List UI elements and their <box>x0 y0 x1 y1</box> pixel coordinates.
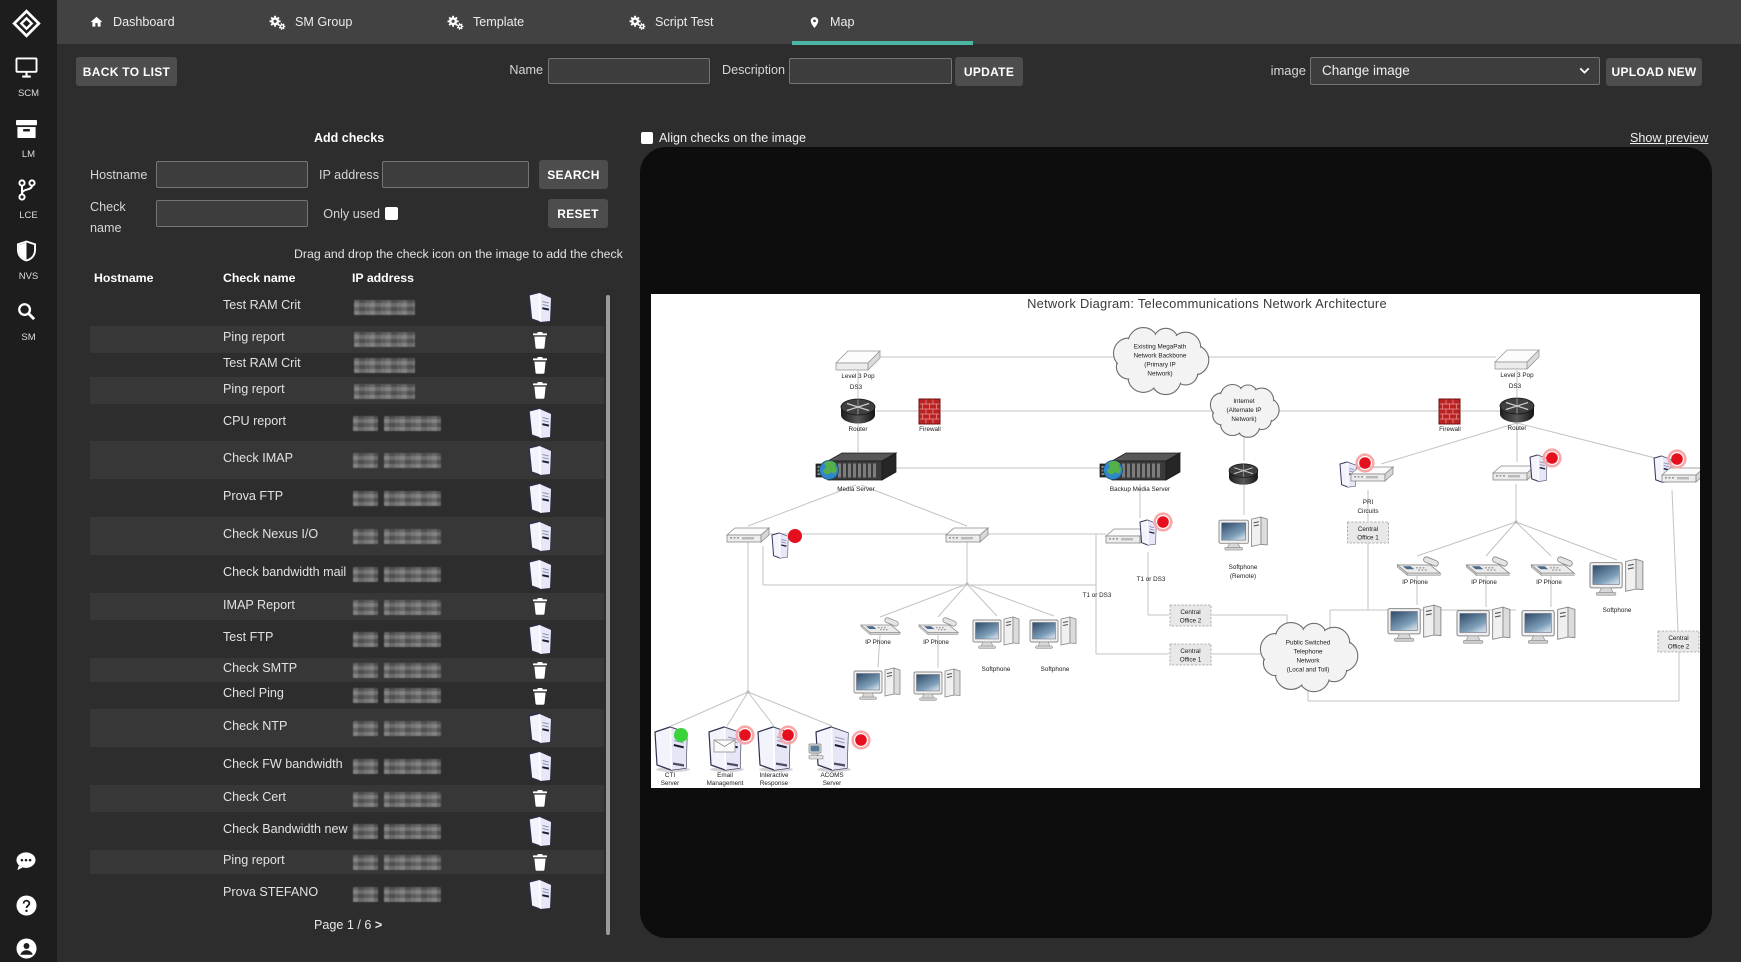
svg-text:IP Phone: IP Phone <box>1471 579 1497 586</box>
svg-text:Central: Central <box>1668 635 1688 642</box>
svg-text:Media Server: Media Server <box>837 486 874 493</box>
svg-text:Internet: Internet <box>1233 398 1255 405</box>
svg-text:Network: Network <box>1296 658 1320 665</box>
svg-text:Network): Network) <box>1231 416 1256 423</box>
svg-text:Central: Central <box>1180 609 1200 616</box>
svg-text:Response: Response <box>760 780 789 787</box>
svg-text:Email: Email <box>717 772 733 779</box>
svg-text:Softphone: Softphone <box>1229 564 1258 571</box>
svg-text:ACOMS: ACOMS <box>820 772 843 779</box>
svg-text:Softphone: Softphone <box>982 666 1011 673</box>
svg-text:(Primary IP: (Primary IP <box>1144 362 1176 369</box>
svg-text:Network Diagram: Telecommunica: Network Diagram: Telecommunications Netw… <box>1027 296 1387 311</box>
svg-text:IP Phone: IP Phone <box>865 639 891 646</box>
svg-text:Softphone: Softphone <box>1041 666 1070 673</box>
svg-text:Management: Management <box>707 780 744 787</box>
svg-text:Telephone: Telephone <box>1293 649 1323 656</box>
svg-text:IP Phone: IP Phone <box>923 639 949 646</box>
svg-text:CTI: CTI <box>665 772 675 779</box>
svg-text:Router: Router <box>1508 425 1527 432</box>
svg-text:Circuits: Circuits <box>1358 508 1379 515</box>
svg-text:Firewall: Firewall <box>919 426 941 433</box>
svg-text:Level 3 Pop: Level 3 Pop <box>841 373 875 380</box>
svg-text:IP Phone: IP Phone <box>1402 579 1428 586</box>
svg-text:Public Switched: Public Switched <box>1286 640 1331 647</box>
svg-text:Office 2: Office 2 <box>1668 644 1690 651</box>
svg-text:Network): Network) <box>1147 371 1172 378</box>
svg-text:Level 3 Pop: Level 3 Pop <box>1500 372 1534 379</box>
svg-text:Firewall: Firewall <box>1439 426 1461 433</box>
svg-text:Central: Central <box>1358 526 1378 533</box>
svg-text:DS3: DS3 <box>1509 383 1522 390</box>
svg-text:Softphone: Softphone <box>1603 607 1632 614</box>
svg-text:Network Backbone: Network Backbone <box>1134 353 1187 360</box>
svg-text:Router: Router <box>849 426 868 433</box>
svg-text:(Alternate IP: (Alternate IP <box>1227 407 1262 414</box>
svg-text:PRI: PRI <box>1363 499 1374 506</box>
svg-text:Backup Media Server: Backup Media Server <box>1110 486 1170 493</box>
svg-text:Central: Central <box>1180 648 1200 655</box>
svg-text:Interactive: Interactive <box>759 772 789 779</box>
svg-text:Office 2: Office 2 <box>1180 618 1202 625</box>
svg-text:T1 or DS3: T1 or DS3 <box>1083 592 1112 599</box>
svg-text:DS3: DS3 <box>850 384 863 391</box>
svg-text:Server: Server <box>661 780 680 787</box>
svg-text:Office 1: Office 1 <box>1180 657 1202 664</box>
svg-text:(Remote): (Remote) <box>1230 573 1256 580</box>
svg-text:Server: Server <box>823 780 842 787</box>
svg-text:T1 or DS3: T1 or DS3 <box>1137 576 1166 583</box>
svg-text:Existing MegaPath: Existing MegaPath <box>1134 344 1187 351</box>
svg-text:(Local and Toll): (Local and Toll) <box>1287 667 1330 674</box>
svg-text:IP Phone: IP Phone <box>1536 579 1562 586</box>
svg-text:Office 1: Office 1 <box>1357 535 1379 542</box>
